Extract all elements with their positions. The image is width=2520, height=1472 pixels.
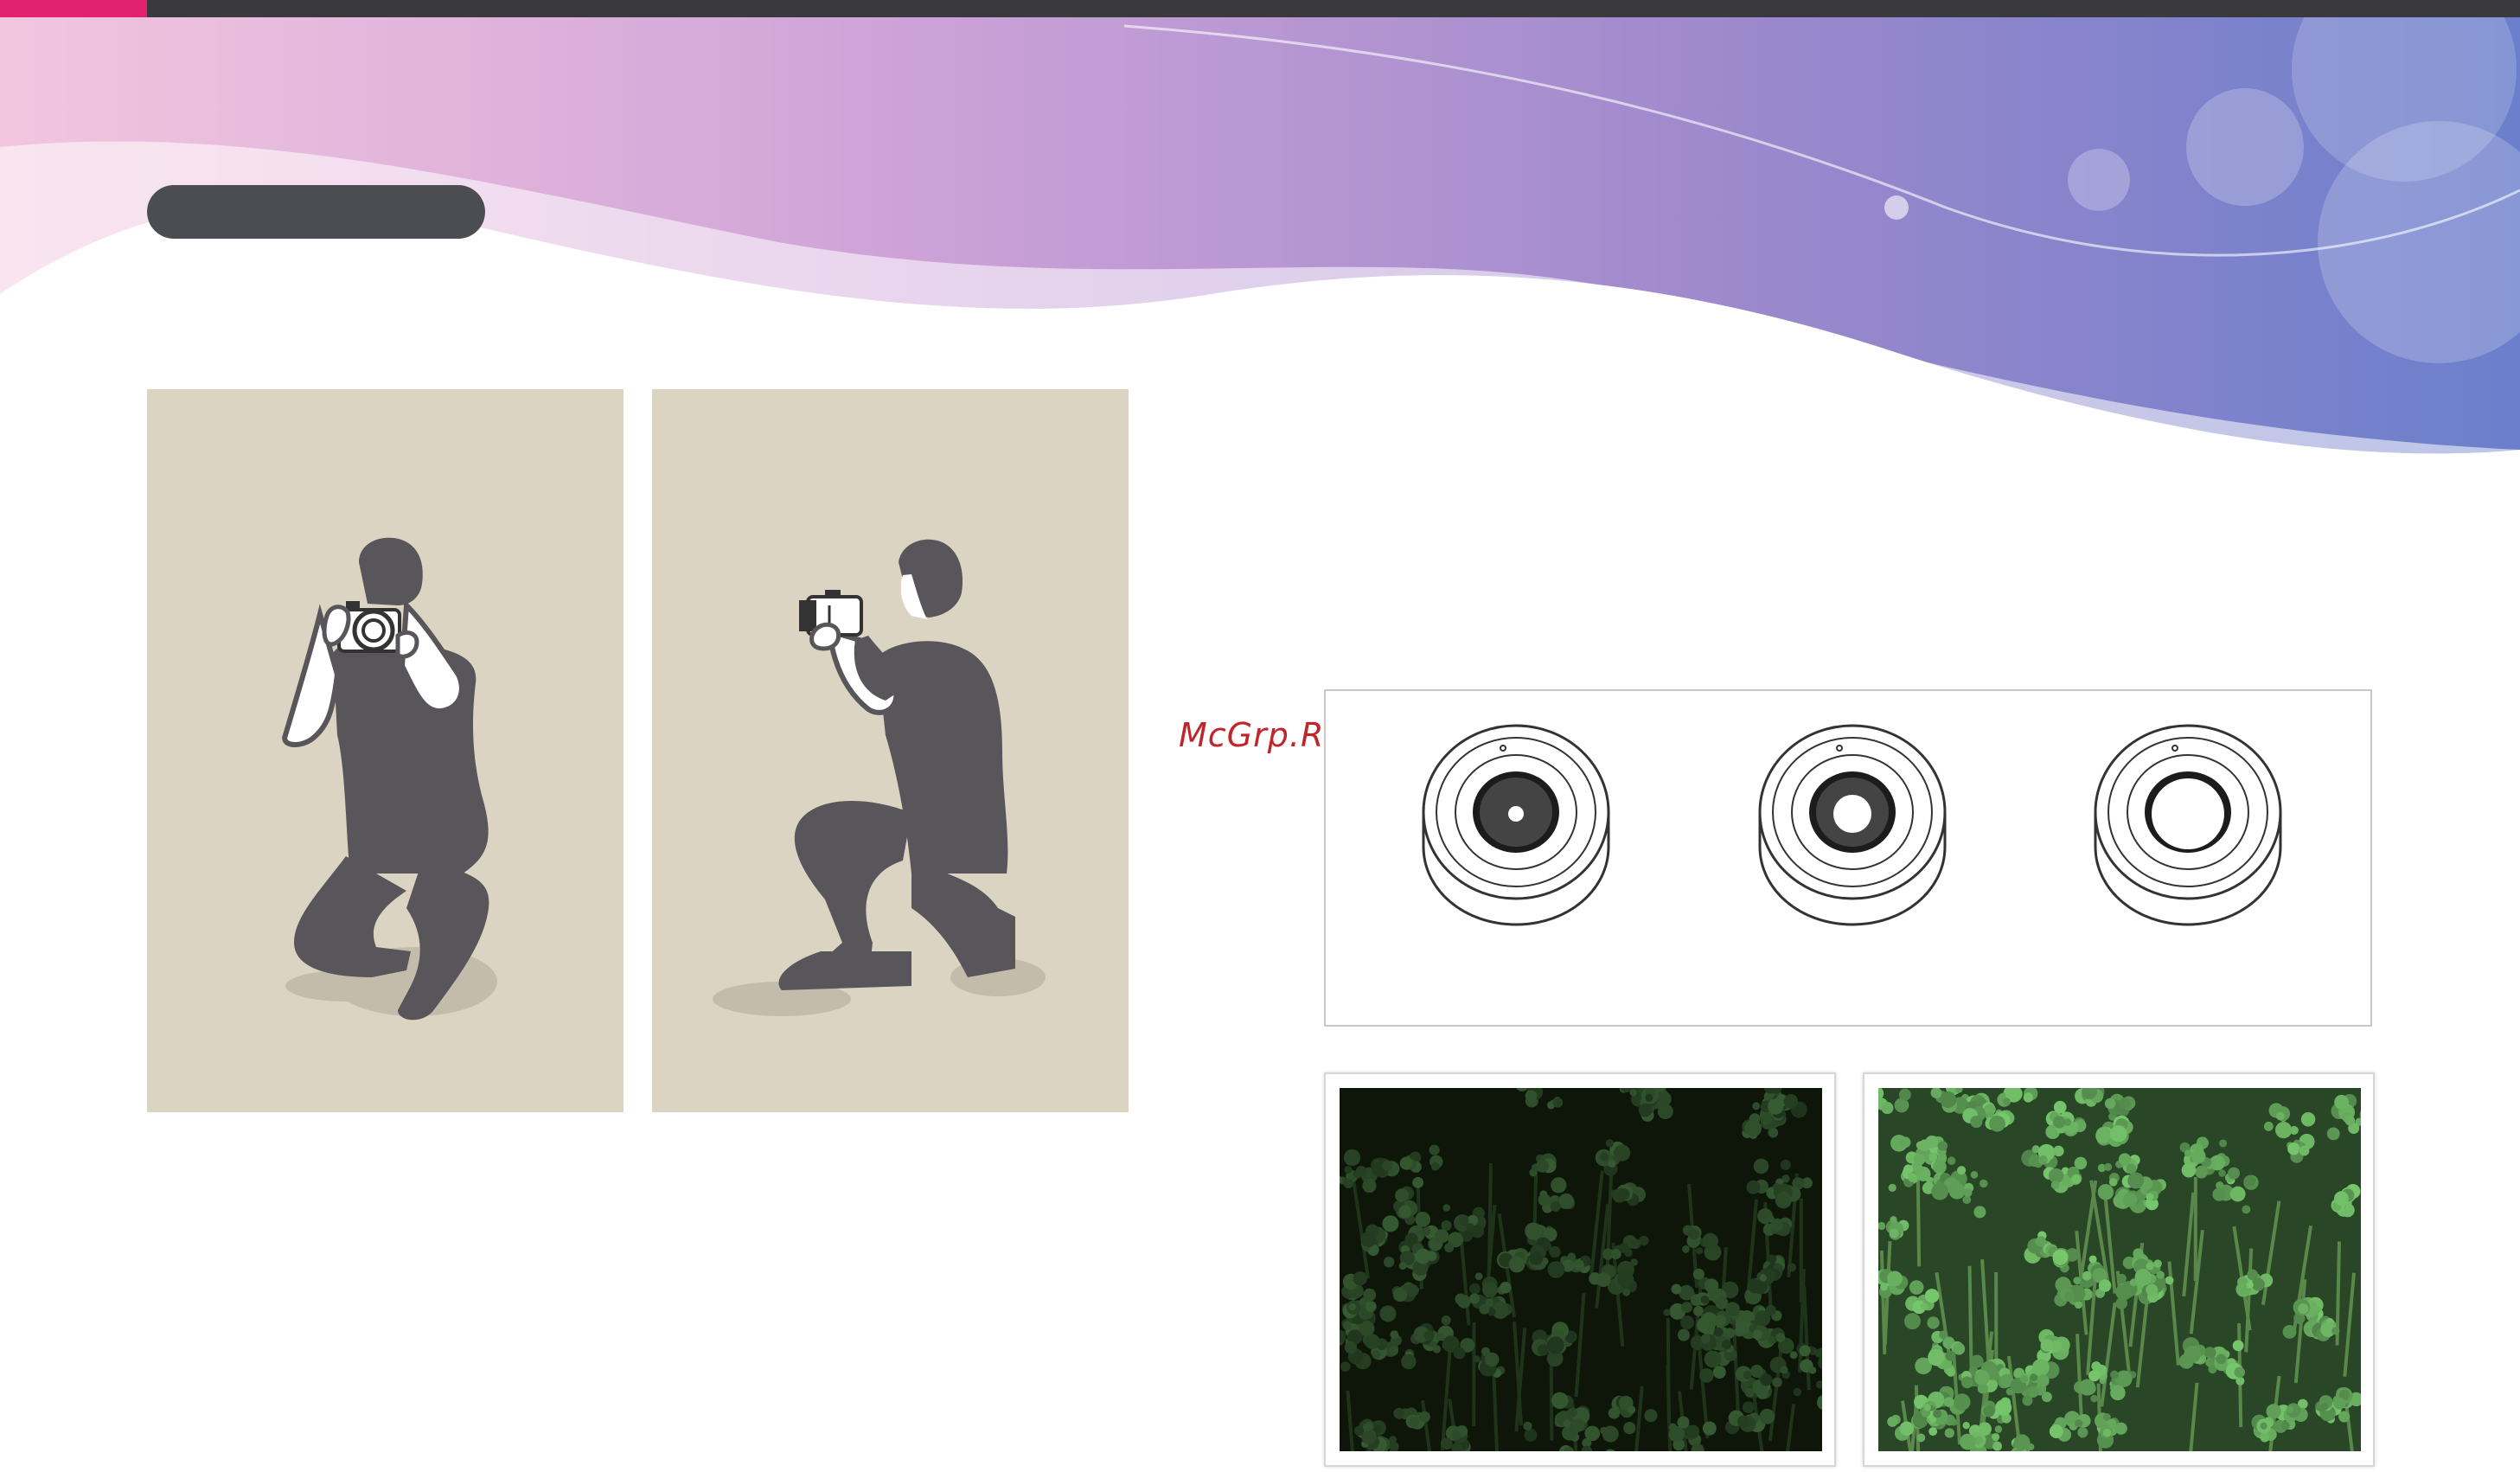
lens-icon <box>1422 724 1610 926</box>
top-bar <box>0 0 2520 17</box>
photographer-icon <box>282 537 497 1021</box>
section-title-pill <box>147 185 485 239</box>
plants-photo-bright <box>1878 1088 2361 1451</box>
lens-icon <box>1758 724 1947 926</box>
illustration-panel-side <box>652 389 1129 1112</box>
plants-photo-dark <box>1340 1088 1822 1451</box>
photo-frame-bright <box>1863 1072 2375 1467</box>
lens-icon <box>2094 724 2282 926</box>
photo-frame-dark <box>1324 1072 1836 1467</box>
top-bar-accent <box>0 0 147 17</box>
watermark-text: McGrp.Ru <box>1179 716 1346 754</box>
aperture-diagram <box>1324 689 2372 1027</box>
illustration-panel-front <box>147 389 624 1112</box>
photographer-icon <box>713 539 1046 1016</box>
